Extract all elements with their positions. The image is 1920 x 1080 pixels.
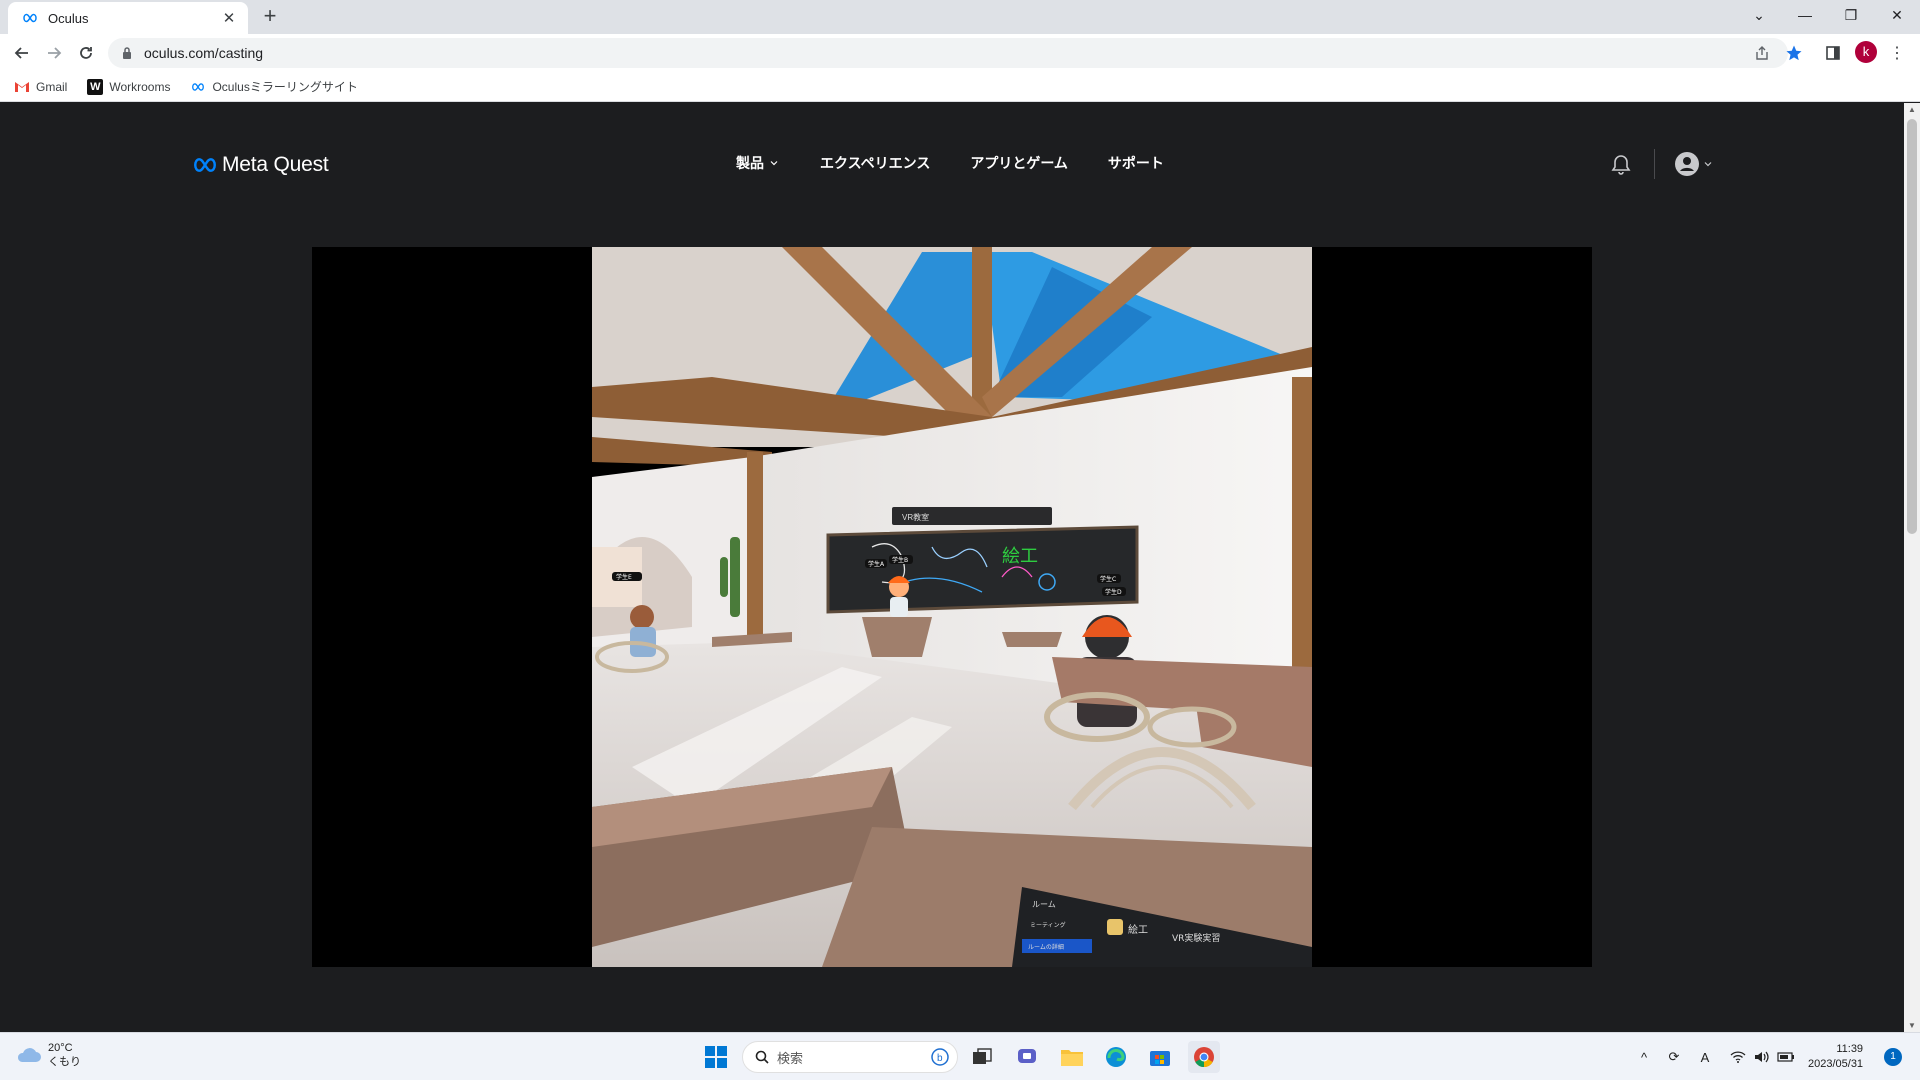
reload-button[interactable] [74, 41, 98, 65]
cloud-icon [17, 1048, 41, 1062]
vr-menu-item: ルーム [1032, 900, 1056, 909]
battery-icon[interactable] [1776, 1045, 1796, 1069]
vr-room-name: VR実験実習 [1172, 932, 1220, 944]
tab-close-icon[interactable]: ✕ [220, 9, 238, 27]
more-menu-icon[interactable]: ⋮ [1886, 42, 1908, 64]
account-menu[interactable] [1674, 151, 1714, 177]
scrollbar-thumb[interactable] [1907, 119, 1917, 534]
nav-label: アプリとゲーム [970, 155, 1068, 171]
bell-icon[interactable] [1609, 153, 1633, 177]
task-view-icon[interactable] [966, 1041, 998, 1073]
scroll-up-icon[interactable]: ▲ [1908, 105, 1916, 114]
scroll-down-icon[interactable]: ▼ [1908, 1021, 1916, 1030]
system-clock[interactable]: 11:39 2023/05/31 [1808, 1042, 1863, 1072]
lock-icon [123, 47, 131, 59]
avatar-name-tag: 学生E [616, 573, 632, 581]
show-hidden-icons[interactable]: ^ [1634, 1045, 1654, 1069]
windows-start-icon[interactable] [700, 1041, 732, 1073]
avatar-name-tag: 学生C [1100, 575, 1116, 583]
chrome-icon[interactable] [1188, 1041, 1220, 1073]
profile-avatar[interactable]: k [1855, 41, 1877, 63]
bookmark-star-icon[interactable] [1783, 42, 1805, 64]
side-panel-icon[interactable] [1822, 42, 1844, 64]
new-tab-button[interactable]: + [258, 5, 282, 29]
nav-label: サポート [1107, 155, 1164, 171]
nav-experiences[interactable]: エクスペリエンス [820, 153, 930, 173]
minimize-button[interactable]: — [1782, 0, 1828, 30]
volume-icon[interactable] [1752, 1045, 1772, 1069]
share-icon[interactable] [1751, 42, 1773, 64]
nav-apps-games[interactable]: アプリとゲーム [970, 153, 1068, 173]
avatar-name-tag: 学生A [868, 560, 885, 568]
bookmark-label: Oculusミラーリングサイト [212, 80, 358, 94]
bookmarks-bar: Gmail W Workrooms Oculusミラーリングサイト [0, 72, 1920, 102]
page-content: Meta Quest 製品 エクスペリエンス アプリとゲーム サポート VR教室… [0, 103, 1904, 1032]
forward-button[interactable] [42, 41, 66, 65]
bookmark-label: Workrooms [109, 79, 171, 94]
meta-icon [194, 158, 216, 172]
clock-time: 11:39 [1836, 1043, 1864, 1055]
avatar-name-tag: 学生B [892, 556, 908, 564]
tab-strip: Oculus ✕ + ⌄ — ❐ ✕ [0, 0, 1920, 34]
workrooms-icon: W [87, 78, 104, 95]
board-chalk-text: 絵工 [1002, 546, 1038, 567]
search-icon [755, 1050, 769, 1064]
bookmark-label: Gmail [36, 79, 68, 94]
logo-text: Meta Quest [222, 153, 329, 176]
browser-toolbar: oculus.com/casting k ⋮ [0, 34, 1920, 72]
close-window-button[interactable]: ✕ [1874, 0, 1920, 30]
bing-icon: b [931, 1048, 949, 1066]
svg-text:b: b [937, 1053, 943, 1064]
chevron-down-icon [1704, 162, 1712, 167]
board-title-text: VR教室 [902, 512, 929, 522]
notification-badge[interactable]: 1 [1884, 1048, 1902, 1066]
vr-scene: VR教室 絵工 学生A 学生B 学生C 学生D 学生E ルーム ミーティング ル… [592, 247, 1312, 967]
back-button[interactable] [10, 41, 34, 65]
casting-video-player[interactable]: VR教室 絵工 学生A 学生B 学生C 学生D 学生E ルーム ミーティング ル… [312, 247, 1592, 967]
main-nav: 製品 エクスペリエンス アプリとゲーム サポート [736, 153, 1204, 173]
account-icon [1675, 152, 1699, 176]
chevron-down-icon [770, 161, 778, 166]
meta-quest-logo[interactable]: Meta Quest [192, 153, 329, 177]
clock-date: 2023/05/31 [1808, 1058, 1864, 1070]
wifi-icon[interactable] [1728, 1045, 1748, 1069]
file-explorer-icon[interactable] [1056, 1041, 1088, 1073]
bookmark-workrooms[interactable]: W Workrooms [87, 78, 171, 95]
vr-room-label: 絵工 [1128, 923, 1148, 936]
taskbar-search[interactable]: 検索 b [742, 1041, 958, 1073]
bookmark-oculus-mirroring[interactable]: Oculusミラーリングサイト [190, 78, 358, 95]
teams-chat-icon[interactable] [1011, 1041, 1043, 1073]
avatar-name-tag: 学生D [1105, 588, 1122, 596]
nav-label: 製品 [736, 155, 764, 171]
weather-temp: 20°C [48, 1042, 73, 1054]
nav-products[interactable]: 製品 [736, 153, 780, 173]
weather-desc: くもり [48, 1056, 81, 1068]
ime-icon[interactable]: A [1695, 1045, 1715, 1069]
nav-divider [1654, 149, 1655, 179]
weather-widget[interactable]: 20°C くもり [16, 1041, 81, 1069]
gmail-icon [14, 79, 30, 95]
sync-icon[interactable]: ⟳ [1664, 1045, 1684, 1069]
url-text: oculus.com/casting [144, 45, 264, 61]
meta-icon [22, 10, 38, 26]
restore-button[interactable]: ❐ [1828, 0, 1874, 30]
ms-store-icon[interactable] [1144, 1041, 1176, 1073]
vr-menu-item: ミーティング [1030, 921, 1066, 929]
vr-classroom-scene: VR教室 絵工 学生A 学生B 学生C 学生D 学生E ルーム ミーティング ル… [592, 247, 1312, 967]
windows-taskbar: 20°C くもり 検索 b ^ ⟳ A 11:39 2023/05/31 1 [0, 1032, 1920, 1080]
address-bar[interactable]: oculus.com/casting [108, 38, 1788, 68]
browser-tab[interactable]: Oculus ✕ [8, 2, 248, 34]
edge-icon[interactable] [1100, 1041, 1132, 1073]
meta-icon [190, 79, 206, 95]
nav-label: エクスペリエンス [820, 155, 931, 171]
tab-search-icon[interactable]: ⌄ [1736, 0, 1782, 30]
vr-menu-item-selected: ルームの詳細 [1028, 943, 1064, 951]
page-scrollbar[interactable]: ▲ ▼ [1904, 103, 1920, 1032]
bookmark-gmail[interactable]: Gmail [14, 79, 67, 95]
nav-support[interactable]: サポート [1108, 153, 1164, 173]
search-placeholder: 検索 [777, 1050, 804, 1066]
tab-title: Oculus [48, 10, 89, 26]
